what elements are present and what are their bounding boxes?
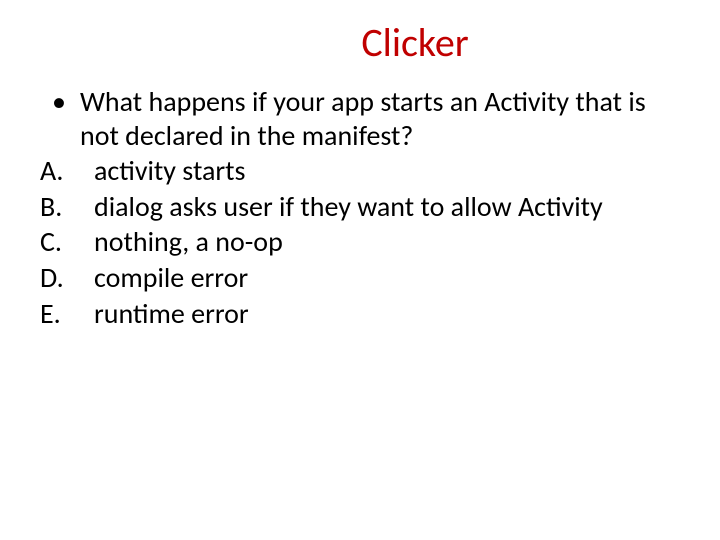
option-row: C. nothing, a no-op <box>40 225 680 259</box>
option-letter: D. <box>40 261 94 295</box>
option-text: runtime error <box>94 297 680 331</box>
option-letter: C. <box>40 225 94 259</box>
option-text: dialog asks user if they want to allow A… <box>94 190 680 224</box>
option-row: B. dialog asks user if they want to allo… <box>40 190 680 224</box>
option-letter: B. <box>40 190 94 224</box>
question-text: What happens if your app starts an Activ… <box>80 85 680 152</box>
option-text: activity starts <box>94 154 680 188</box>
option-letter: A. <box>40 154 94 188</box>
question-bullet: • What happens if your app starts an Act… <box>40 85 680 152</box>
option-text: nothing, a no-op <box>94 225 680 259</box>
slide: Clicker • What happens if your app start… <box>0 0 720 540</box>
option-row: A. activity starts <box>40 154 680 188</box>
option-row: E. runtime error <box>40 297 680 331</box>
bullet-icon: • <box>40 85 80 119</box>
slide-body: • What happens if your app starts an Act… <box>40 85 680 330</box>
option-letter: E. <box>40 297 94 331</box>
option-text: compile error <box>94 261 680 295</box>
option-row: D. compile error <box>40 261 680 295</box>
slide-title: Clicker <box>40 18 680 67</box>
